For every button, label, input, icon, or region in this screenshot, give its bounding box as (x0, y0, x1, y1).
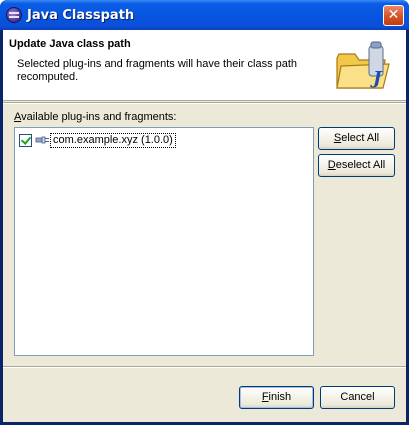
eclipse-icon (6, 7, 22, 23)
deselect-all-button[interactable]: Deselect All (318, 154, 395, 177)
header-message: Selected plug-ins and fragments will hav… (17, 58, 298, 83)
wizard-header: Update Java class path Selected plug-ins… (3, 30, 406, 101)
close-button[interactable]: ✕ (383, 5, 404, 26)
header-separator (3, 102, 406, 104)
plugin-list[interactable]: com.example.xyz (1.0.0) (14, 127, 314, 356)
close-icon: ✕ (387, 7, 400, 23)
window-title: Java Classpath (27, 8, 135, 23)
folder-jar-icon: J (336, 41, 390, 89)
select-all-button[interactable]: Select All (318, 127, 395, 150)
title-bar[interactable]: Java Classpath ✕ (0, 0, 409, 30)
dialog-window: Java Classpath ✕ Update Java class path … (0, 0, 409, 425)
plugin-icon (35, 136, 49, 144)
header-title: Update Java class path (9, 38, 131, 50)
dialog-body: Update Java class path Selected plug-ins… (3, 30, 406, 422)
finish-button[interactable]: Finish (239, 386, 314, 409)
list-item[interactable]: com.example.xyz (1.0.0) (19, 132, 176, 148)
footer-separator (3, 366, 406, 368)
item-label: com.example.xyz (1.0.0) (50, 132, 176, 148)
item-checkbox[interactable] (19, 133, 32, 147)
cancel-button[interactable]: Cancel (320, 386, 395, 409)
list-label: Available plug-ins and fragments: (14, 111, 177, 123)
